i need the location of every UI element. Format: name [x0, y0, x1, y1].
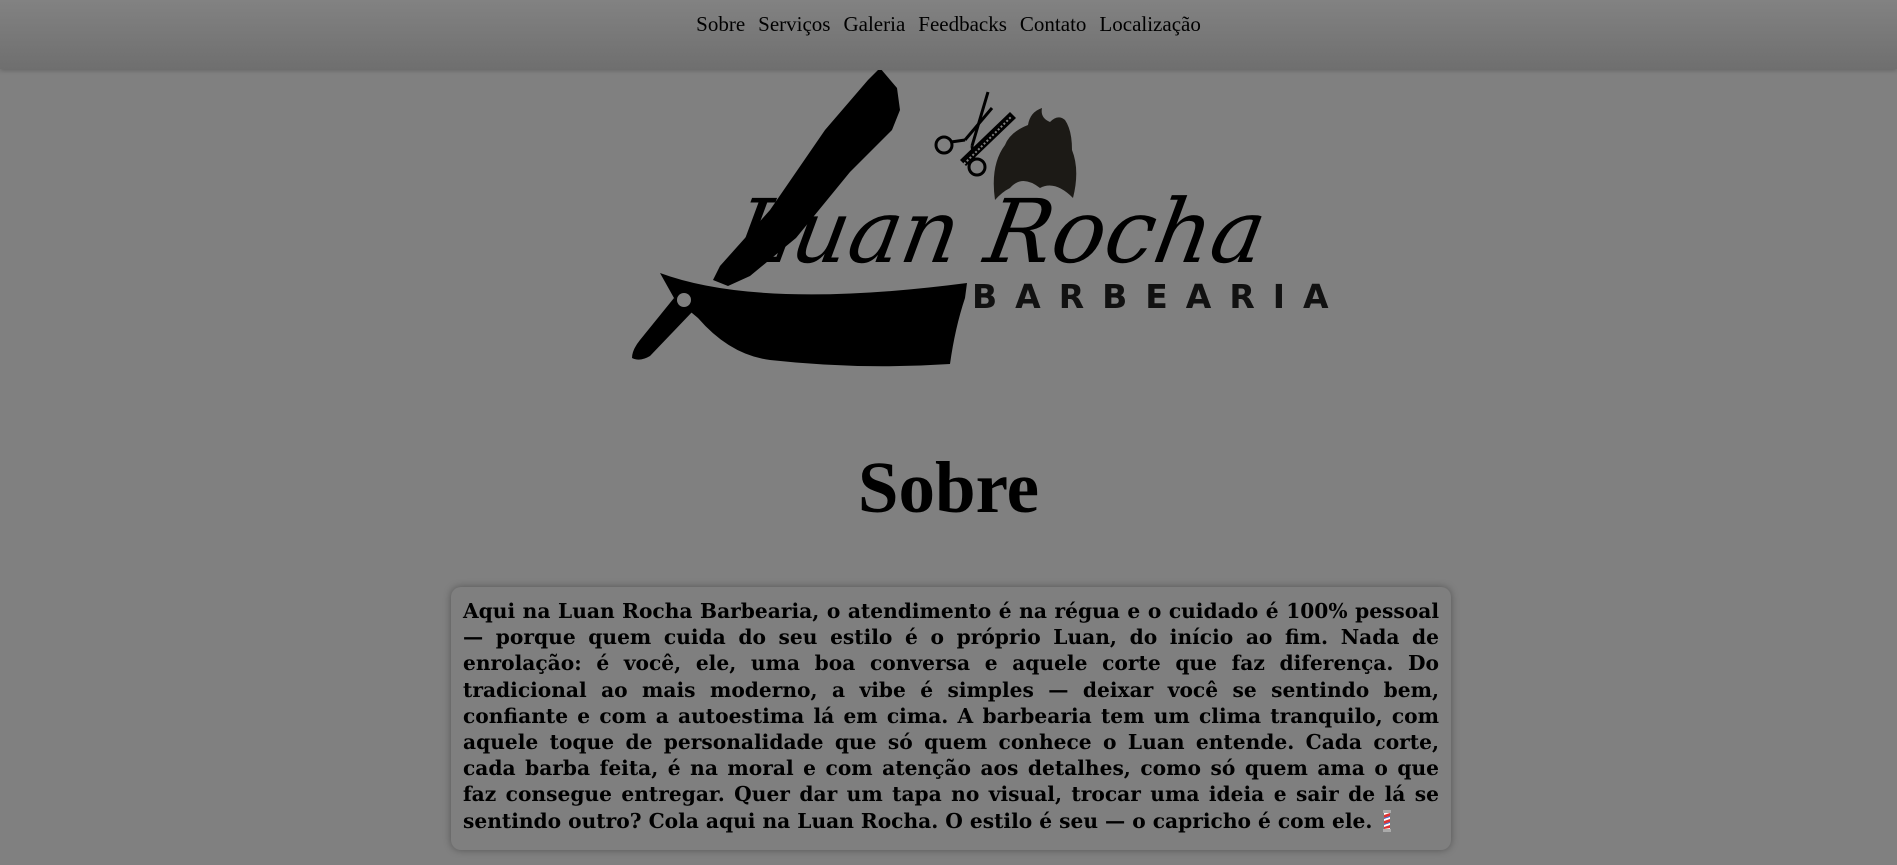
nav-link-localizacao[interactable]: Localização	[1099, 12, 1200, 37]
main-nav: Sobre Serviços Galeria Feedbacks Contato…	[0, 12, 1897, 37]
nav-link-feedbacks[interactable]: Feedbacks	[918, 12, 1007, 37]
section-title: Sobre	[857, 447, 1040, 528]
barbearia-logo: Luan Rocha BARBEARIA	[610, 70, 1329, 370]
nav-link-contato[interactable]: Contato	[1020, 12, 1087, 37]
barber-pole-icon	[1383, 809, 1392, 832]
about-card: Aqui na Luan Rocha Barbearia, o atendime…	[451, 587, 1451, 850]
nav-link-galeria[interactable]: Galeria	[843, 12, 905, 37]
about-text: Aqui na Luan Rocha Barbearia, o atendime…	[463, 598, 1439, 834]
nav-link-sobre[interactable]: Sobre	[696, 12, 745, 37]
about-text-body: Aqui na Luan Rocha Barbearia, o atendime…	[463, 599, 1439, 833]
logo-subtitle: BARBEARIA	[972, 277, 1347, 316]
logo-name: Luan Rocha	[725, 180, 1274, 283]
nav-link-servicos[interactable]: Serviços	[758, 12, 830, 37]
top-navigation-bar: Sobre Serviços Galeria Feedbacks Contato…	[0, 0, 1897, 69]
